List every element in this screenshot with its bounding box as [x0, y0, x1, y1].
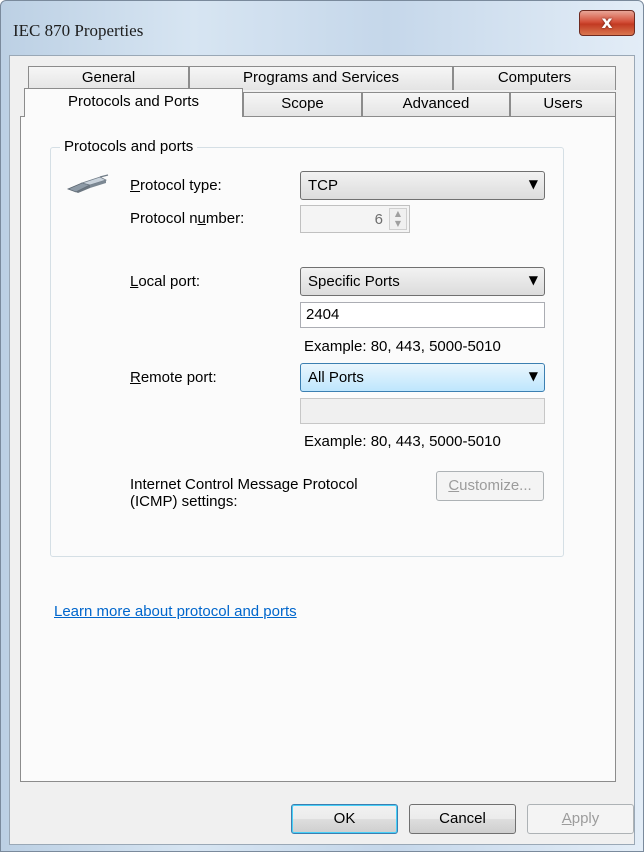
tab-advanced[interactable]: Advanced [362, 92, 510, 117]
network-cable-icon [66, 174, 109, 193]
chevron-down-icon[interactable]: ▼ [395, 220, 401, 228]
close-button[interactable]: x [579, 10, 635, 36]
protocol-number-label: Protocol number: [130, 210, 245, 227]
tab-label: Users [543, 95, 583, 112]
title-bar[interactable]: IEC 870 Properties x [1, 1, 643, 55]
cancel-button[interactable]: Cancel [409, 804, 516, 834]
tab-programs-and-services[interactable]: Programs and Services [189, 66, 453, 90]
tab-label: Computers [497, 69, 572, 86]
chevron-down-icon: ▼ [528, 273, 538, 287]
chevron-down-icon: ▼ [528, 177, 538, 191]
stepper-arrows[interactable]: ▲ ▼ [389, 208, 407, 230]
tab-label: Advanced [402, 95, 470, 112]
close-icon: x [601, 13, 613, 33]
tab-computers[interactable]: Computers [453, 66, 616, 90]
tab-protocols-and-ports[interactable]: Protocols and Ports [24, 88, 243, 117]
chevron-up-icon[interactable]: ▲ [395, 210, 401, 218]
remote-port-label: Remote port: [130, 369, 217, 386]
local-port-dropdown[interactable]: Specific Ports ▼ [300, 267, 545, 296]
tab-users[interactable]: Users [510, 92, 616, 117]
remote-port-dropdown[interactable]: All Ports ▼ [300, 363, 545, 392]
group-title: Protocols and ports [60, 138, 198, 155]
local-port-example: Example: 80, 443, 5000-5010 [304, 338, 501, 355]
remote-port-example: Example: 80, 443, 5000-5010 [304, 433, 501, 450]
protocol-type-label: Protocol type: [130, 177, 222, 194]
remote-port-input [300, 398, 545, 424]
protocol-number-stepper[interactable]: 6 ▲ ▼ [300, 205, 410, 233]
protocol-type-dropdown[interactable]: TCP ▼ [300, 171, 545, 200]
icmp-label: Internet Control Message Protocol (ICMP)… [130, 476, 358, 510]
customize-button[interactable]: Customize... [436, 471, 544, 501]
ok-button[interactable]: OK [291, 804, 398, 834]
local-port-label: Local port: [130, 273, 201, 290]
protocol-type-value: TCP [308, 177, 338, 194]
protocol-number-value: 6 [374, 211, 383, 228]
local-port-input[interactable]: 2404 [300, 302, 545, 328]
tab-label: Protocols and Ports [68, 93, 199, 110]
local-port-value: Specific Ports [308, 273, 400, 290]
tab-label: General [81, 69, 136, 86]
window-title: IEC 870 Properties [13, 21, 144, 40]
remote-port-value: All Ports [308, 369, 364, 386]
apply-button[interactable]: Apply [527, 804, 634, 834]
learn-more-link[interactable]: Learn more about protocol and ports [54, 603, 297, 620]
chevron-down-icon: ▼ [528, 369, 538, 383]
tab-scope[interactable]: Scope [243, 92, 362, 117]
tab-general[interactable]: General [28, 66, 189, 90]
tab-label: Programs and Services [243, 69, 399, 86]
tab-label: Scope [281, 95, 324, 112]
